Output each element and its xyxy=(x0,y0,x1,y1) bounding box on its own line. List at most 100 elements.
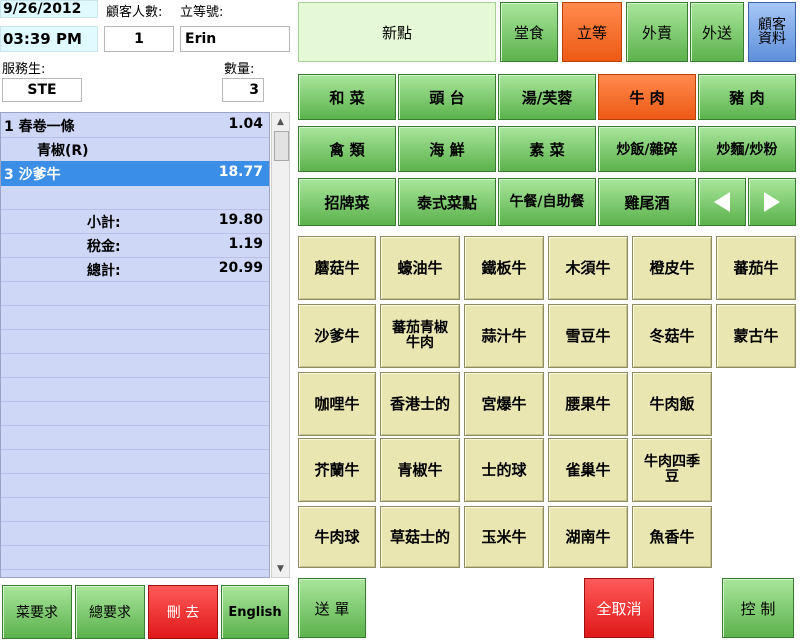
menu-item-button[interactable]: 木須牛 xyxy=(548,236,628,300)
category-button[interactable]: 泰式菜點 xyxy=(398,178,496,226)
scroll-down-icon[interactable]: ▼ xyxy=(272,560,289,577)
delivery-button[interactable]: 外送 xyxy=(690,2,744,62)
date-display: 9/26/2012 xyxy=(0,0,98,18)
menu-item-button[interactable]: 牛肉飯 xyxy=(632,372,712,436)
menu-item-button[interactable]: 蒜汁牛 xyxy=(464,304,544,368)
empty-row xyxy=(1,521,269,546)
menu-item-button[interactable]: 咖哩牛 xyxy=(298,372,376,436)
order-row[interactable]: 1 春卷一條 1.04 xyxy=(1,113,269,138)
menu-item-button[interactable]: 沙爹牛 xyxy=(298,304,376,368)
cancel-all-button[interactable]: 全取消 xyxy=(584,578,654,638)
prev-page-button[interactable] xyxy=(698,178,746,226)
order-item-price: 1.04 xyxy=(228,116,263,132)
scroll-thumb[interactable] xyxy=(274,131,289,161)
category-button[interactable]: 炒飯/雜碎 xyxy=(598,126,696,172)
category-button[interactable]: 禽 類 xyxy=(298,126,396,172)
category-button[interactable]: 招牌菜 xyxy=(298,178,396,226)
guest-count-field[interactable]: 1 xyxy=(104,26,174,52)
menu-item-button[interactable]: 雪豆牛 xyxy=(548,304,628,368)
order-list: 1 春卷一條 1.04 青椒(R) 3 沙爹牛 18.77 小計: 19.80 … xyxy=(0,112,270,578)
menu-item-button[interactable]: 玉米牛 xyxy=(464,506,544,568)
empty-row xyxy=(1,545,269,570)
category-button[interactable]: 頭 台 xyxy=(398,74,496,120)
menu-item-button[interactable]: 蘑菇牛 xyxy=(298,236,376,300)
menu-item-button[interactable]: 湖南牛 xyxy=(548,506,628,568)
order-row-selected[interactable]: 3 沙爹牛 18.77 xyxy=(1,161,269,186)
menu-item-button[interactable]: 香港士的 xyxy=(380,372,460,436)
empty-row xyxy=(1,353,269,378)
empty-row xyxy=(1,401,269,426)
category-button[interactable]: 午餐/自助餐 xyxy=(498,178,596,226)
next-page-button[interactable] xyxy=(748,178,796,226)
takeout-button[interactable]: 外賣 xyxy=(626,2,688,62)
category-button[interactable]: 雞尾酒 xyxy=(598,178,696,226)
total-row: 總計: 20.99 xyxy=(1,257,269,282)
category-button[interactable]: 和 菜 xyxy=(298,74,396,120)
menu-item-button[interactable]: 牛肉四季豆 xyxy=(632,438,712,502)
category-button[interactable]: 湯/芙蓉 xyxy=(498,74,596,120)
ticket-number-label: 立等號: xyxy=(180,5,224,20)
empty-row xyxy=(1,449,269,474)
empty-row xyxy=(1,497,269,522)
empty-row xyxy=(1,329,269,354)
empty-row xyxy=(1,185,269,210)
scroll-up-icon[interactable]: ▲ xyxy=(272,113,289,130)
category-button[interactable]: 素 菜 xyxy=(498,126,596,172)
time-display: 03:39 PM xyxy=(0,26,98,52)
server-label: 服務生: xyxy=(2,62,46,77)
menu-item-button[interactable]: 草菇士的 xyxy=(380,506,460,568)
menu-item-button[interactable]: 蒙古牛 xyxy=(716,304,796,368)
menu-item-button[interactable]: 蕃茄青椒牛肉 xyxy=(380,304,460,368)
customer-info-button[interactable]: 顧客資料 xyxy=(748,2,796,62)
customer-name-field[interactable]: Erin xyxy=(180,26,290,52)
arrow-right-icon xyxy=(764,192,780,212)
server-field[interactable]: STE xyxy=(2,78,82,102)
menu-item-button[interactable]: 蠔油牛 xyxy=(380,236,460,300)
arrow-left-icon xyxy=(714,192,730,212)
subtotal-label: 小計: xyxy=(87,215,121,231)
tax-label: 稅金: xyxy=(87,239,121,255)
category-button[interactable]: 豬 肉 xyxy=(698,74,796,120)
empty-row xyxy=(1,473,269,498)
guest-count-label: 顧客人數: xyxy=(106,5,163,20)
modifier-text: 青椒(R) xyxy=(37,143,89,159)
category-button[interactable]: 海 鮮 xyxy=(398,126,496,172)
subtotal-row: 小計: 19.80 xyxy=(1,209,269,234)
menu-item-button[interactable]: 牛肉球 xyxy=(298,506,376,568)
order-scrollbar[interactable]: ▲ ▼ xyxy=(271,112,290,578)
menu-item-button[interactable]: 橙皮牛 xyxy=(632,236,712,300)
new-order-label: 新點 xyxy=(381,23,412,42)
category-button[interactable]: 炒麵/炒粉 xyxy=(698,126,796,172)
category-button-active[interactable]: 牛 肉 xyxy=(598,74,696,120)
menu-item-button[interactable]: 蕃茄牛 xyxy=(716,236,796,300)
quantity-label: 數量: xyxy=(224,62,255,77)
tax-row: 稅金: 1.19 xyxy=(1,233,269,258)
dine-in-button[interactable]: 堂食 xyxy=(500,2,558,62)
order-item-text: 3 沙爹牛 xyxy=(4,167,61,183)
wait-button[interactable]: 立等 xyxy=(562,2,622,62)
tax-value: 1.19 xyxy=(228,236,263,252)
empty-row xyxy=(1,377,269,402)
quantity-field[interactable]: 3 xyxy=(222,78,264,102)
menu-item-button[interactable]: 魚香牛 xyxy=(632,506,712,568)
empty-row xyxy=(1,305,269,330)
total-label: 總計: xyxy=(87,263,121,279)
send-order-button[interactable]: 送 單 xyxy=(298,578,366,638)
order-item-text: 1 春卷一條 xyxy=(4,119,75,135)
delete-button[interactable]: 刪 去 xyxy=(148,585,218,639)
menu-item-button[interactable]: 腰果牛 xyxy=(548,372,628,436)
menu-item-button[interactable]: 冬菇牛 xyxy=(632,304,712,368)
dish-request-button[interactable]: 菜要求 xyxy=(2,585,72,639)
menu-item-button[interactable]: 鐵板牛 xyxy=(464,236,544,300)
menu-item-button[interactable]: 青椒牛 xyxy=(380,438,460,502)
english-button[interactable]: English xyxy=(221,585,289,639)
menu-item-button[interactable]: 士的球 xyxy=(464,438,544,502)
order-row-modifier[interactable]: 青椒(R) xyxy=(1,137,269,162)
menu-item-button[interactable]: 芥蘭牛 xyxy=(298,438,376,502)
control-button[interactable]: 控 制 xyxy=(722,578,794,638)
menu-item-button[interactable]: 宮爆牛 xyxy=(464,372,544,436)
general-request-button[interactable]: 總要求 xyxy=(75,585,145,639)
total-value: 20.99 xyxy=(218,260,263,276)
new-order-panel[interactable]: 新點 xyxy=(298,2,496,62)
menu-item-button[interactable]: 雀巢牛 xyxy=(548,438,628,502)
